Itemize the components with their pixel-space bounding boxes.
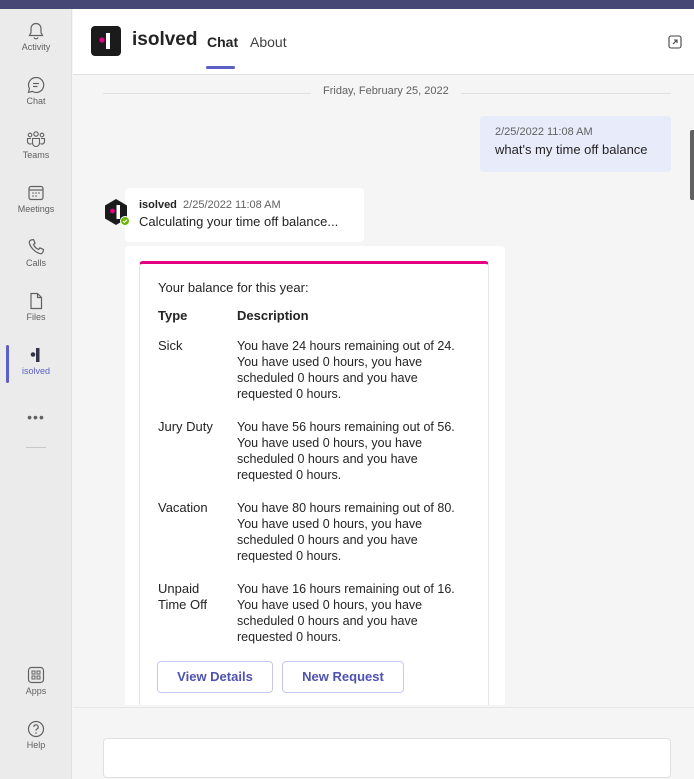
isolved-logo-icon [99,33,110,49]
teams-icon [26,131,46,148]
column-header-description: Description [237,308,309,323]
row-type-vacation: Vacation [158,500,208,515]
isolved-app-icon [30,348,40,362]
app-name: isolved [132,29,198,50]
isolved-bot-avatar-icon [105,199,130,226]
tab-about[interactable]: About [250,34,287,50]
message-timestamp: 2/25/2022 11:08 AM [495,126,593,138]
message-compose-box[interactable] [103,738,671,778]
rail-item-label: isolved [21,366,50,376]
rail-item-label: Calls [25,258,46,268]
row-description-vacation: You have 80 hours remaining out of 80. Y… [237,501,455,563]
rail-item-files[interactable]: Files [0,285,72,337]
rail-item-label: Help [26,740,46,750]
new-request-button[interactable]: New Request [282,661,404,693]
scrollbar-thumb[interactable] [690,130,694,200]
row-description-jury-duty: You have 56 hours remaining out of 56. Y… [237,420,455,482]
card-title: Your balance for this year: [158,280,309,295]
rail-item-label: Chat [26,96,46,106]
column-header-type: Type [158,308,188,323]
rail-item-activity[interactable]: Activity [0,15,72,67]
chat-pane: Friday, February 25, 2022 2/25/2022 11:0… [73,76,694,705]
bell-icon [28,22,44,40]
rail-item-chat[interactable]: Chat [0,69,72,121]
rail-item-label: Files [26,312,46,322]
popout-button[interactable] [668,35,682,54]
tab-chat[interactable]: Chat [207,34,238,50]
bot-avatar[interactable] [101,197,131,227]
message-timestamp: 2/25/2022 11:08 AM [183,199,281,211]
bot-message[interactable]: isolved 2/25/2022 11:08 AM Calculating y… [125,188,364,242]
app-header: isolved Chat About [73,9,694,75]
adaptive-card-message: Your balance for this year: Type Descrip… [125,246,505,705]
row-description-unpaid-time-off: You have 16 hours remaining out of 16. Y… [237,582,455,644]
row-type-jury-duty: Jury Duty [158,419,213,434]
active-tab-indicator [206,66,235,69]
row-type-unpaid-time-off: Unpaid Time Off [158,581,208,612]
help-icon [27,720,45,738]
rail-item-label: Meetings [17,204,55,214]
row-type-sick: Sick [158,338,183,353]
user-message[interactable]: 2/25/2022 11:08 AM what's my time off ba… [480,116,671,172]
app-rail: Activity Chat Teams Meetings Calls Files… [0,9,72,779]
apps-icon [27,666,45,684]
message-meta: isolved 2/25/2022 11:08 AM [139,199,350,211]
rail-item-apps[interactable]: Apps [0,659,72,711]
message-text: Calculating your time off balance... [139,214,339,229]
message-text: what's my time off balance [495,142,648,157]
rail-item-label: Teams [22,150,50,160]
rail-divider [26,447,46,448]
message-sender: isolved [139,199,177,211]
calendar-icon [28,185,44,201]
more-apps-button[interactable]: ••• [0,409,72,425]
rail-item-label: Activity [21,42,51,52]
popout-icon [668,35,682,49]
row-description-sick: You have 24 hours remaining out of 24. Y… [237,339,455,401]
rail-item-help[interactable]: Help [0,713,72,765]
date-divider-label: Friday, February 25, 2022 [311,85,461,97]
compose-divider [73,707,694,708]
rail-item-teams[interactable]: Teams [0,123,72,175]
rail-item-label: Apps [25,686,47,696]
isolved-logo [91,26,121,56]
phone-icon [28,238,45,255]
rail-item-meetings[interactable]: Meetings [0,177,72,229]
top-bar [0,0,694,9]
file-icon [30,292,43,310]
rail-item-isolved[interactable]: isolved [0,339,72,391]
rail-item-calls[interactable]: Calls [0,231,72,283]
chat-icon [27,76,45,94]
time-off-card: Your balance for this year: Type Descrip… [139,261,489,705]
view-details-button[interactable]: View Details [157,661,273,693]
